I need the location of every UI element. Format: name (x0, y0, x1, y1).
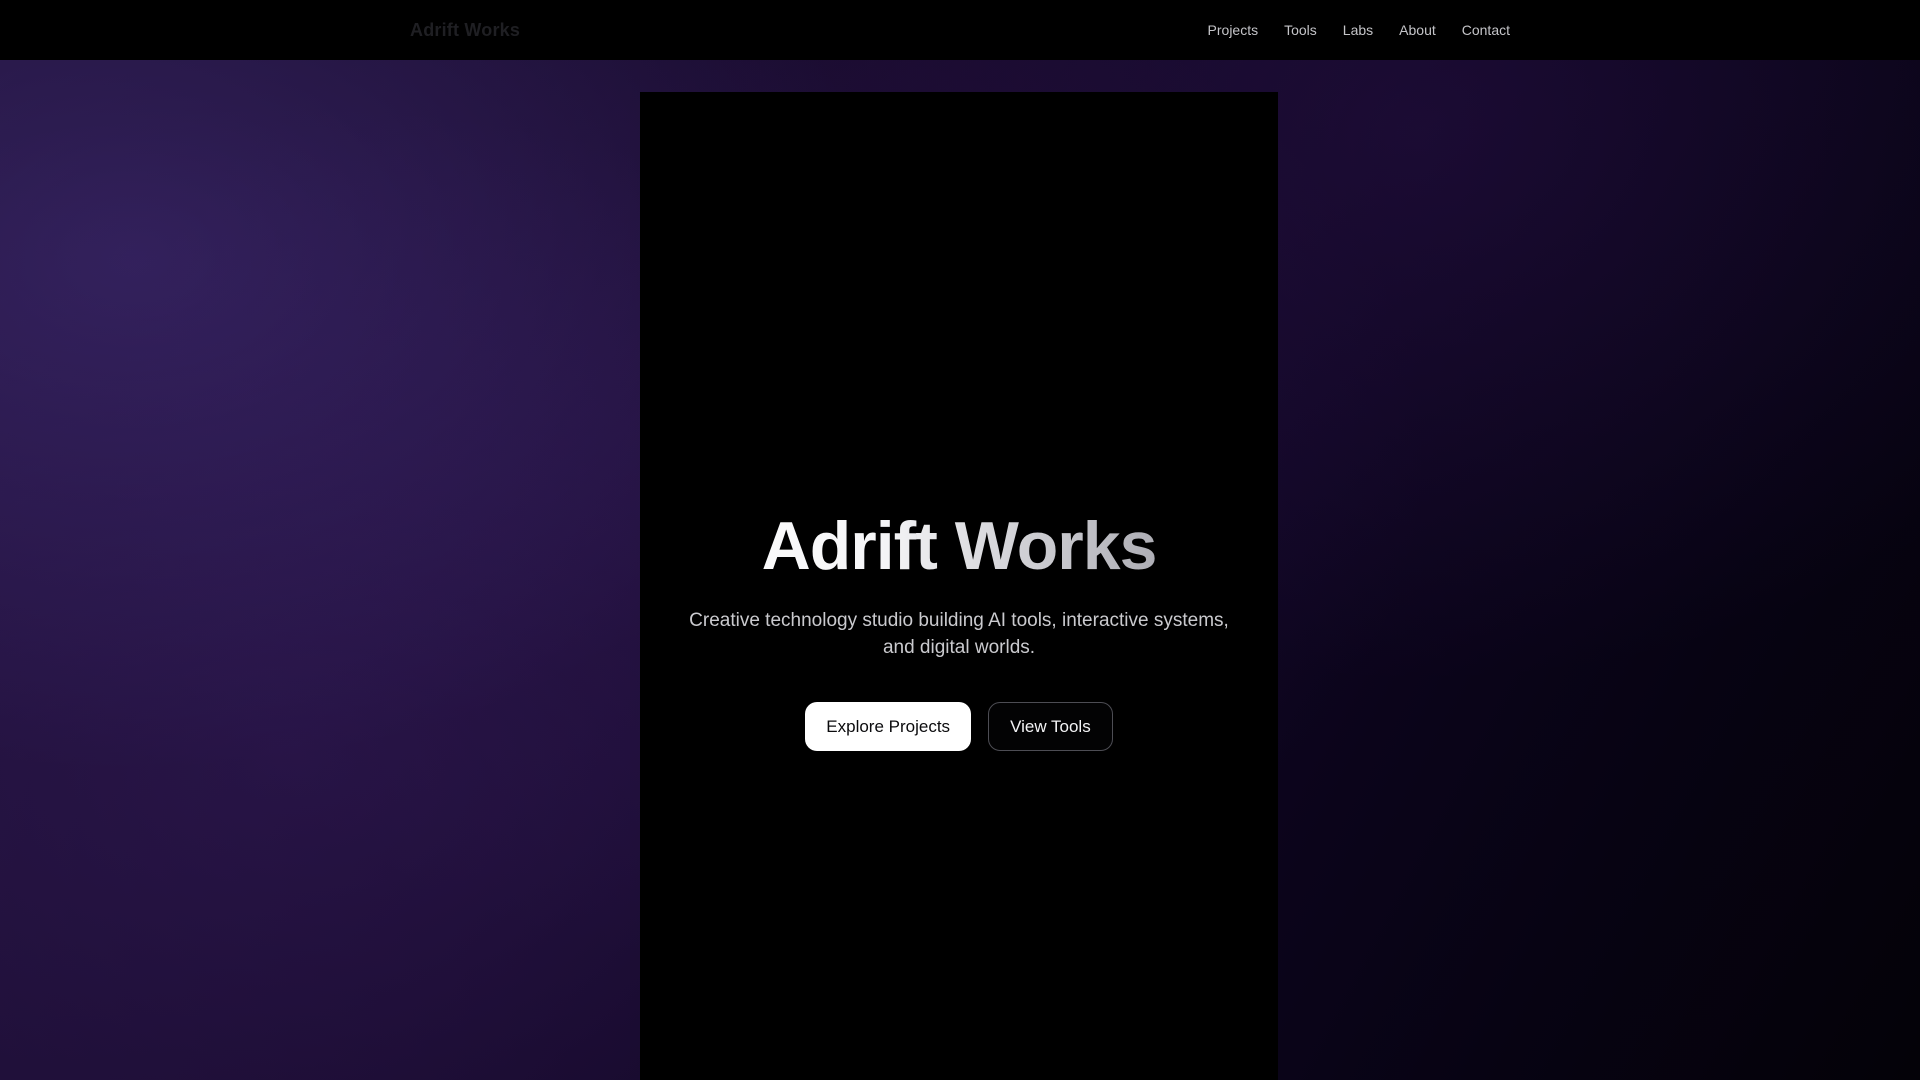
hero-content: Adrift Works Creative technology studio … (640, 512, 1278, 751)
nav-link-projects[interactable]: Projects (1208, 22, 1259, 38)
hero-actions: Explore Projects View Tools (640, 702, 1278, 751)
hero-title: Adrift Works (640, 512, 1278, 580)
view-tools-button[interactable]: View Tools (988, 702, 1113, 751)
nav-link-contact[interactable]: Contact (1462, 22, 1510, 38)
nav-link-labs[interactable]: Labs (1343, 22, 1373, 38)
hero-panel: Adrift Works Creative technology studio … (640, 92, 1278, 1080)
top-nav-container: Adrift Works Projects Tools Labs About C… (410, 0, 1510, 60)
page-background: Adrift Works Projects Tools Labs About C… (0, 0, 1920, 1080)
hero-subtitle-line-2: and digital worlds. (882, 637, 1036, 658)
nav-link-about[interactable]: About (1399, 22, 1436, 38)
hero-subtitle-line-1: Creative technology studio building AI t… (689, 610, 1229, 631)
nav-link-tools[interactable]: Tools (1284, 22, 1317, 38)
explore-projects-button[interactable]: Explore Projects (805, 702, 972, 751)
hero-subtitle: Creative technology studio building AI t… (640, 607, 1278, 661)
main-nav: Projects Tools Labs About Contact (1208, 22, 1510, 38)
brand-logo[interactable]: Adrift Works (410, 20, 520, 41)
top-nav: Adrift Works Projects Tools Labs About C… (0, 0, 1920, 60)
